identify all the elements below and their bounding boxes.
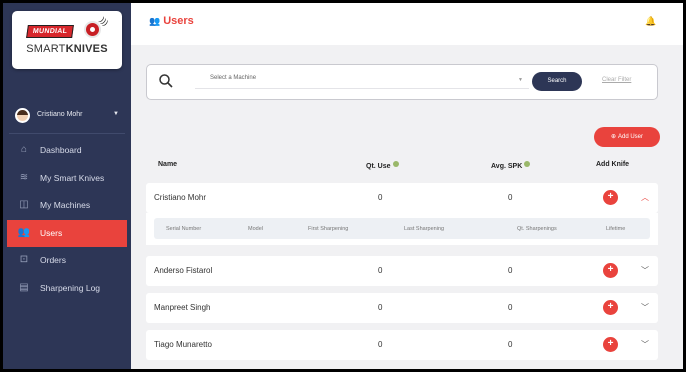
sidebar-item-users[interactable]: 👥 Users xyxy=(7,219,127,247)
cell-name: Anderso Fistarol xyxy=(154,266,213,275)
sidebar-item-my-smart-knives[interactable]: ≋ My Smart Knives xyxy=(3,165,131,193)
add-knife-button[interactable]: + xyxy=(603,263,618,278)
search-button[interactable]: Search xyxy=(532,72,582,91)
sidebar-item-label: Orders xyxy=(40,255,66,265)
chevron-down-icon: ▼ xyxy=(518,77,523,83)
add-user-button[interactable]: ⊕ Add User xyxy=(594,127,660,147)
cell-qt-use: 0 xyxy=(378,303,383,312)
cell-avg-spk: 0 xyxy=(508,303,513,312)
cell-avg-spk: 0 xyxy=(508,193,513,202)
chevron-down-icon[interactable]: ﹀ xyxy=(641,265,649,276)
table-row[interactable]: Cristiano Mohr 0 0 + ︿ xyxy=(146,183,658,213)
detail-header-model: Model xyxy=(248,226,263,232)
main-content: 👥 Users 🔔 Select a Machine ▼ Search Clear… xyxy=(131,3,683,369)
sidebar-item-dashboard[interactable]: ⌂ Dashboard xyxy=(3,137,131,165)
brand-name: SMARTKNIVES xyxy=(12,43,122,55)
chevron-down-icon[interactable]: ﹀ xyxy=(641,339,649,350)
column-header-qt-use-label: Qt. Use xyxy=(366,163,391,170)
column-header-name: Name xyxy=(158,161,178,168)
column-header-add-knife: Add Knife xyxy=(596,161,630,168)
caret-down-icon: ▼ xyxy=(113,111,119,117)
filter-bar: Select a Machine ▼ Search Clear Filter xyxy=(146,64,658,100)
brand-name-light: SMART xyxy=(26,43,66,55)
cell-avg-spk: 0 xyxy=(508,266,513,275)
top-bar: 👥 Users 🔔 xyxy=(131,3,683,45)
sidebar-item-sharpening-log[interactable]: ▤ Sharpening Log xyxy=(3,275,131,303)
page-title-text: Users xyxy=(163,15,194,27)
sidebar: MUNDIAL ))) SMARTKNIVES Cristiano Mohr ▼… xyxy=(3,3,131,369)
table-row[interactable]: Manpreet Singh 0 0 + ﹀ xyxy=(146,293,658,323)
add-knife-button[interactable]: + xyxy=(603,300,618,315)
sidebar-item-my-machines[interactable]: ◫ My Machines xyxy=(3,192,131,220)
table-row[interactable]: Tiago Munaretto 0 0 + ﹀ xyxy=(146,330,658,360)
info-icon xyxy=(524,161,531,167)
cell-qt-use: 0 xyxy=(378,340,383,349)
column-header-avg-spk: Avg. SPK xyxy=(491,161,531,170)
chevron-down-icon[interactable]: ﹀ xyxy=(641,302,649,313)
detail-header: Serial Number Model First Sharpening Las… xyxy=(154,218,650,239)
home-icon: ⌂ xyxy=(20,144,28,155)
machine-select-placeholder: Select a Machine xyxy=(210,75,257,81)
sidebar-nav: ⌂ Dashboard ≋ My Smart Knives ◫ My Machi… xyxy=(3,137,131,302)
search-icon xyxy=(159,74,173,88)
user-menu[interactable]: Cristiano Mohr ▼ xyxy=(3,103,131,129)
cell-name: Tiago Munaretto xyxy=(154,340,212,349)
cell-name: Manpreet Singh xyxy=(154,303,211,312)
add-knife-button[interactable]: + xyxy=(603,337,618,352)
info-icon xyxy=(392,161,399,167)
sidebar-divider xyxy=(9,133,125,134)
log-icon: ▤ xyxy=(19,281,29,293)
plus-circle-icon: ⊕ xyxy=(610,134,616,140)
sidebar-item-label: Dashboard xyxy=(40,145,82,155)
table-header: Name Qt. Use Avg. SPK Add Knife xyxy=(146,161,658,175)
chevron-up-icon[interactable]: ︿ xyxy=(641,192,649,203)
page-title: 👥 Users xyxy=(149,15,194,27)
row-detail-panel: Serial Number Model First Sharpening Las… xyxy=(146,213,658,245)
add-knife-button[interactable]: + xyxy=(603,190,618,205)
app-window: MUNDIAL ))) SMARTKNIVES Cristiano Mohr ▼… xyxy=(0,0,686,372)
wifi-icon: ≋ xyxy=(19,171,29,183)
brand-badge: MUNDIAL xyxy=(26,25,74,38)
add-user-label: Add User xyxy=(618,134,644,140)
column-header-avg-spk-label: Avg. SPK xyxy=(491,163,523,170)
machine-icon: ◫ xyxy=(19,199,29,210)
column-header-qt-use: Qt. Use xyxy=(366,161,399,170)
avatar xyxy=(15,108,30,123)
clear-filter-link[interactable]: Clear Filter xyxy=(602,77,631,83)
sidebar-item-label: My Smart Knives xyxy=(40,172,105,183)
machine-select[interactable]: Select a Machine ▼ xyxy=(195,75,529,89)
detail-header-last-sharpening: Last Sharpening xyxy=(404,226,445,232)
cell-qt-use: 0 xyxy=(378,266,383,275)
cell-name: Cristiano Mohr xyxy=(154,193,207,202)
detail-header-first-sharpening: First Sharpening xyxy=(308,226,349,232)
user-name: Cristiano Mohr xyxy=(37,111,83,118)
detail-header-qt-sharpenings: Qt. Sharpenings xyxy=(517,226,557,232)
table-row[interactable]: Anderso Fistarol 0 0 + ﹀ xyxy=(146,256,658,286)
cart-icon: ⊡ xyxy=(19,254,29,265)
detail-header-serial-number: Serial Number xyxy=(166,226,202,232)
cell-qt-use: 0 xyxy=(378,193,383,202)
brand-dial-icon xyxy=(84,21,101,38)
users-icon: 👥 xyxy=(149,16,161,26)
sidebar-item-orders[interactable]: ⊡ Orders xyxy=(3,247,131,275)
users-icon: 👥 xyxy=(17,226,31,238)
sidebar-item-label: My Machines xyxy=(40,200,91,210)
sidebar-item-label: Sharpening Log xyxy=(40,282,101,293)
detail-header-lifetime: Lifetime xyxy=(606,226,626,232)
sidebar-item-label: Users xyxy=(40,227,63,238)
brand-name-bold: KNIVES xyxy=(65,43,108,55)
cell-avg-spk: 0 xyxy=(508,340,513,349)
bell-icon[interactable]: 🔔 xyxy=(645,16,656,27)
brand-logo[interactable]: MUNDIAL ))) SMARTKNIVES xyxy=(12,11,122,69)
